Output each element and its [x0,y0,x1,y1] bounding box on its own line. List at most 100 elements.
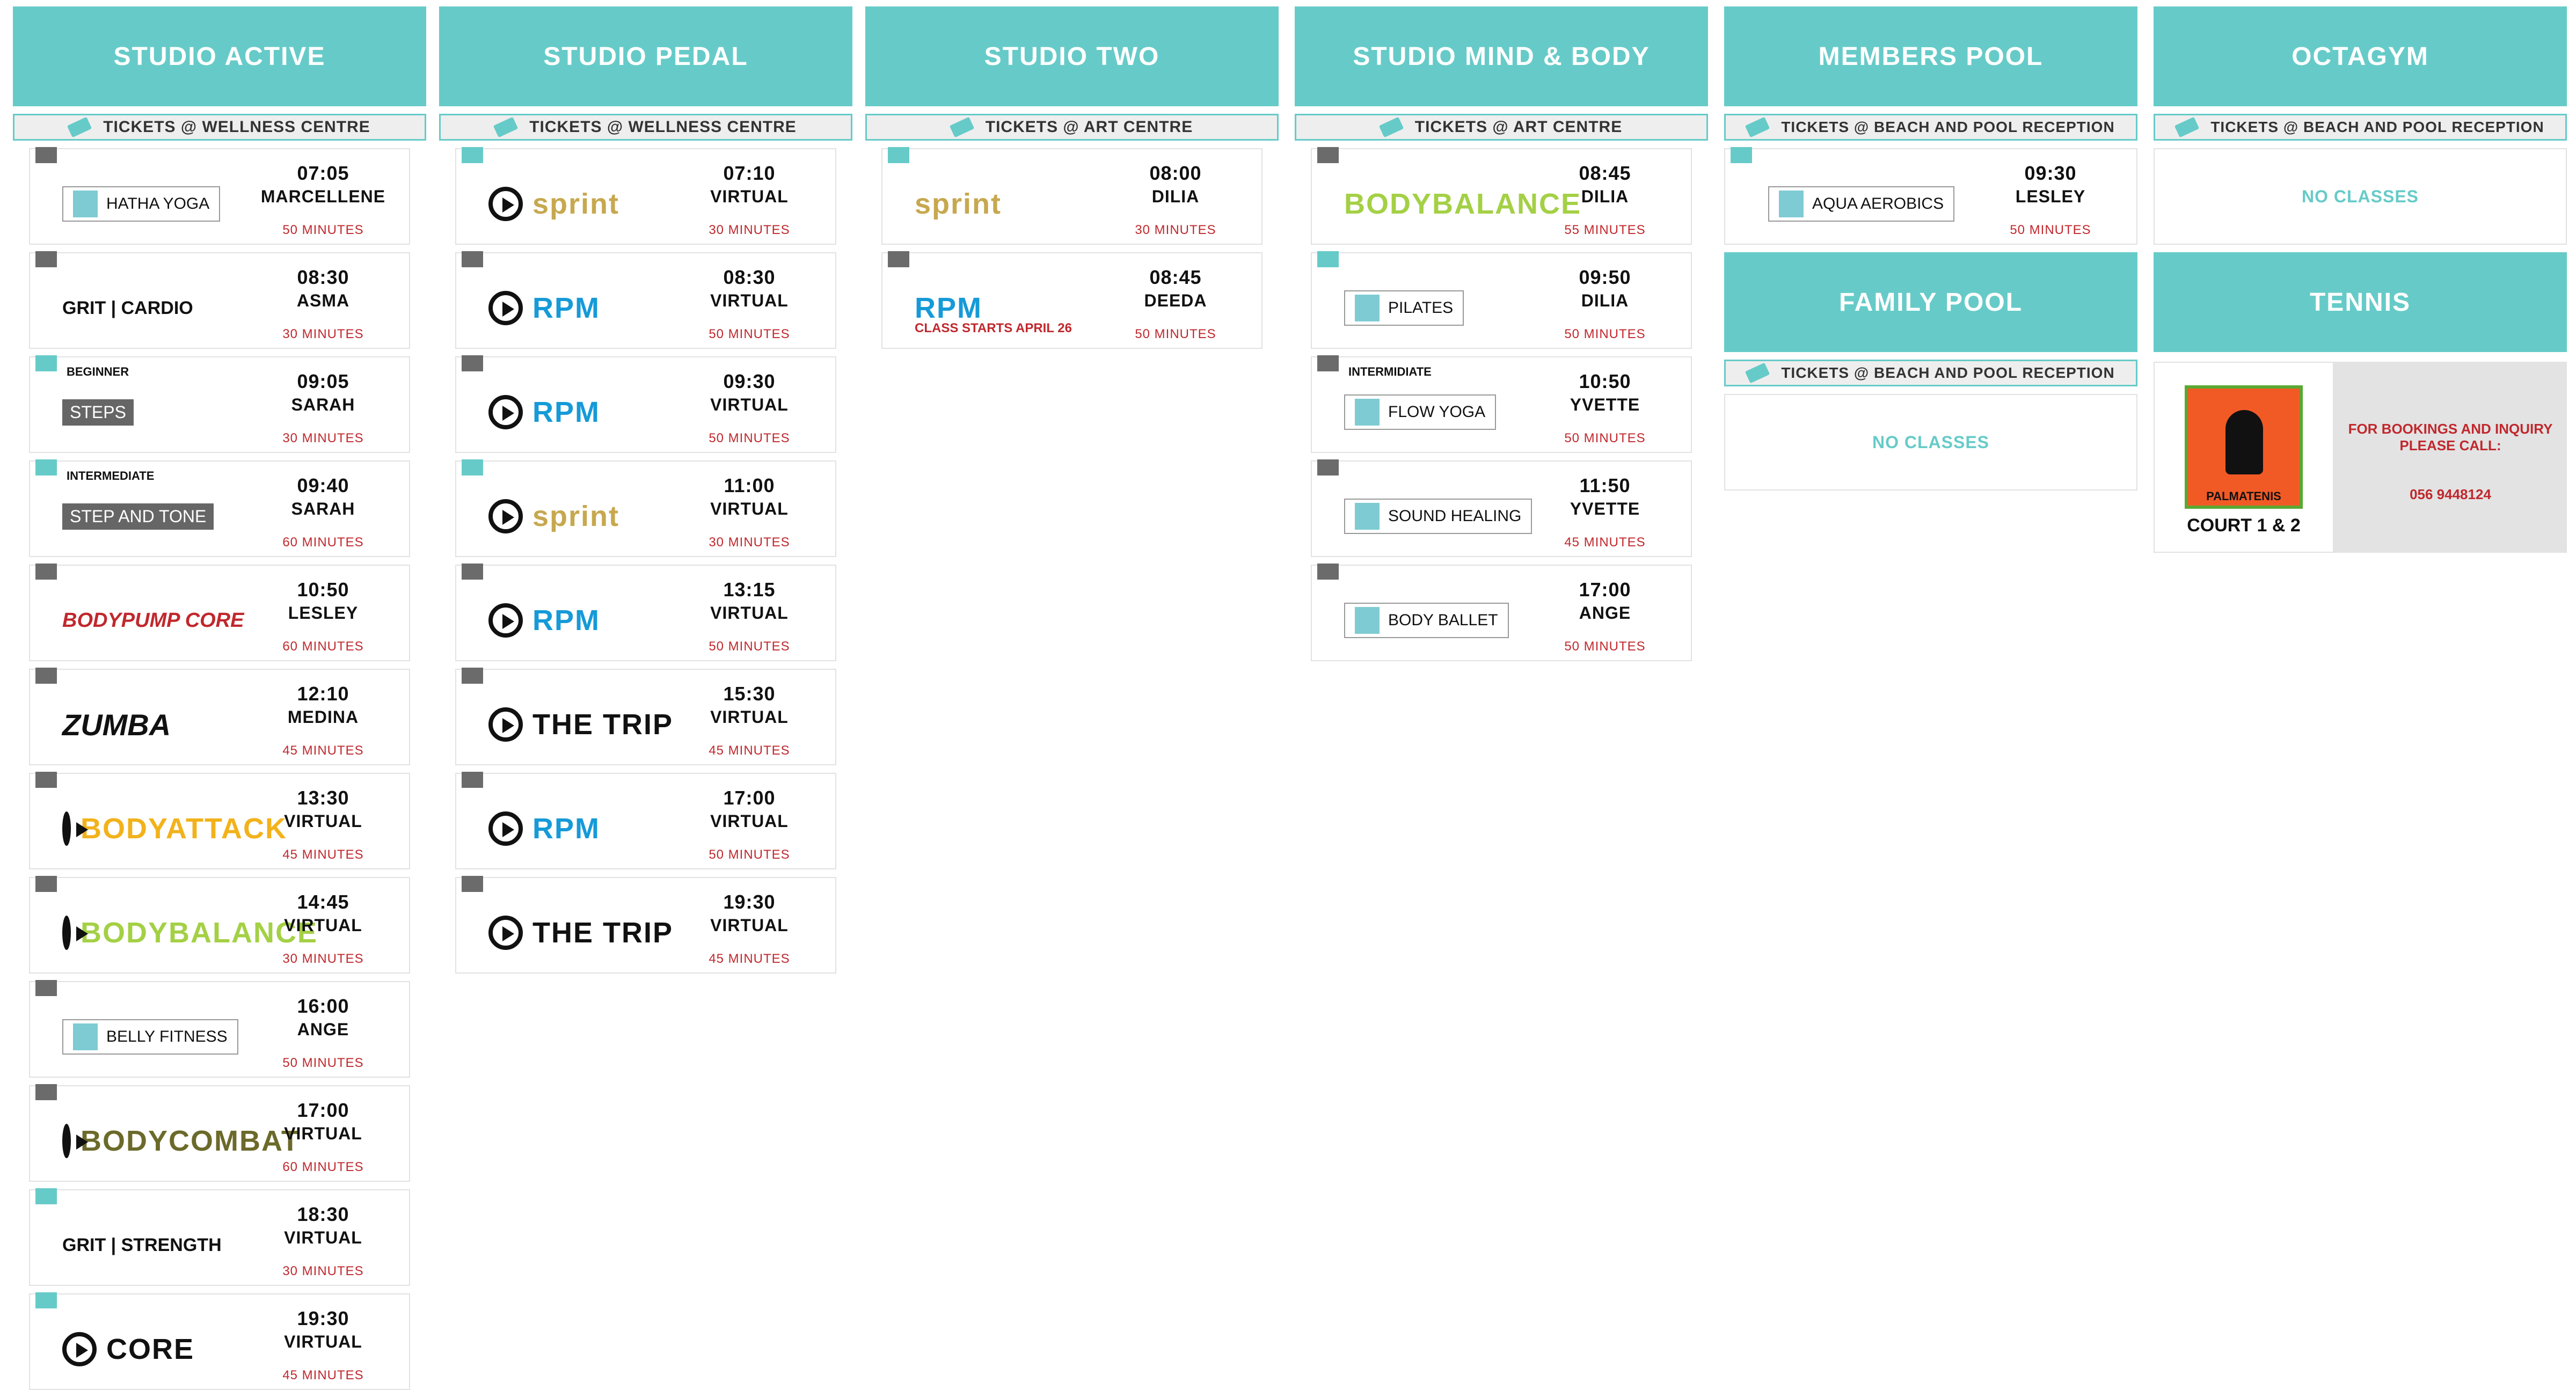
class-card[interactable]: RPM 08:30 VIRTUAL 50 MINUTES [455,251,836,349]
booking-phone[interactable]: 056 9448124 [2334,486,2567,503]
class-card[interactable]: sprint 11:00 VIRTUAL 30 MINUTES [455,459,836,557]
class-time: 17:00 [1579,579,1631,601]
column-studio-mind-body: STUDIO MIND & BODY TICKETS @ ART CENTRE … [1295,6,1708,661]
class-card[interactable]: SOUND HEALING 11:50 YVETTE 45 MINUTES [1311,459,1692,557]
class-card[interactable]: BODYBALANCE 08:45 DILIA 55 MINUTES [1311,147,1692,245]
class-card[interactable]: BODYCOMBAT 17:00 VIRTUAL 60 MINUTES [29,1084,410,1182]
class-instructor: ASMA [296,291,350,310]
class-card[interactable]: GRIT | STRENGTH 18:30 VIRTUAL 30 MINUTES [29,1188,410,1286]
class-instructor: VIRTUAL [284,916,362,935]
class-card[interactable]: ZUMBA 12:10 MEDINA 45 MINUTES [29,668,410,765]
class-card[interactable]: PILATES 09:50 DILIA 50 MINUTES [1311,251,1692,349]
class-card[interactable]: AQUA AEROBICS 09:30 LESLEY 50 MINUTES [1724,147,2137,245]
class-instructor: VIRTUAL [284,1332,362,1351]
class-card[interactable]: BODYPUMP CORE 10:50 LESLEY 60 MINUTES [29,564,410,661]
class-card[interactable]: RPM 17:00 VIRTUAL 50 MINUTES [455,772,836,869]
class-card[interactable]: INTERMIDIATE FLOW YOGA 10:50 YVETTE 50 M… [1311,355,1692,453]
class-flag [35,1292,57,1308]
class-duration: 50 MINUTES [282,223,364,237]
class-instructor: VIRTUAL [710,707,789,727]
class-time: 13:30 [297,787,349,809]
class-duration: 50 MINUTES [709,639,790,654]
class-card[interactable]: CORE 19:30 VIRTUAL 45 MINUTES [29,1292,410,1390]
class-card[interactable]: HATHA YOGA 07:05 MARCELLENE 50 MINUTES [29,147,410,245]
ticket-icon [949,116,974,138]
class-time: 08:45 [1149,266,1202,288]
class-card[interactable]: INTERMEDIATE STEP AND TONE 09:40 SARAH 6… [29,459,410,557]
class-time: 08:30 [297,266,349,288]
class-info: 09:50 DILIA 50 MINUTES [1535,266,1675,342]
class-logo: BODY BALLET [1344,599,1548,642]
column-header: STUDIO PEDAL [439,6,852,106]
class-icon [1355,399,1380,426]
class-duration: 30 MINUTES [282,1264,364,1278]
class-flag [462,147,483,163]
class-instructor: VIRTUAL [284,1228,362,1247]
class-info: 08:30 VIRTUAL 50 MINUTES [680,266,819,342]
play-icon [488,395,523,429]
class-instructor: VIRTUAL [284,811,362,831]
class-info: 19:30 VIRTUAL 45 MINUTES [680,891,819,967]
class-flag [1317,251,1339,267]
no-classes-message: NO CLASSES [1724,394,2137,491]
class-instructor: ANGE [297,1020,349,1039]
class-card[interactable]: BODY BALLET 17:00 ANGE 50 MINUTES [1311,564,1692,661]
column-header: STUDIO MIND & BODY [1295,6,1708,106]
class-info: 17:00 VIRTUAL 60 MINUTES [253,1099,393,1175]
column-header: TENNIS [2154,252,2567,352]
class-info: 09:30 VIRTUAL 50 MINUTES [680,370,819,446]
class-info: 11:50 YVETTE 45 MINUTES [1535,474,1675,550]
class-instructor: MARCELLENE [260,187,386,206]
play-icon [488,499,523,533]
class-time: 07:05 [297,162,349,184]
class-logo: CORE [62,1328,266,1371]
class-info: 08:45 DEEDA 50 MINUTES [1106,266,1245,342]
class-logo: RPM [488,391,692,434]
class-instructor: DILIA [1581,291,1629,310]
class-info: 11:00 VIRTUAL 30 MINUTES [680,474,819,550]
class-info: 08:45 DILIA 55 MINUTES [1535,162,1675,238]
class-time: 08:45 [1579,162,1631,184]
class-card[interactable]: BELLY FITNESS 16:00 ANGE 50 MINUTES [29,980,410,1078]
class-card[interactable]: GRIT | CARDIO 08:30 ASMA 30 MINUTES [29,251,410,349]
class-time: 09:05 [297,370,349,392]
class-card[interactable]: RPM 09:30 VIRTUAL 50 MINUTES [455,355,836,453]
class-time: 10:50 [297,579,349,601]
class-info: 07:10 VIRTUAL 30 MINUTES [680,162,819,238]
class-card[interactable]: RPM 13:15 VIRTUAL 50 MINUTES [455,564,836,661]
ticket-icon [1378,116,1404,138]
class-card[interactable]: sprint 08:00 DILIA 30 MINUTES [881,147,1263,245]
play-icon [488,603,523,638]
class-duration: 45 MINUTES [709,952,790,966]
class-flag [35,564,57,580]
class-card[interactable]: BODYBALANCE 14:45 VIRTUAL 30 MINUTES [29,876,410,974]
tickets-banner: TICKETS @ ART CENTRE [865,114,1279,141]
class-duration: 30 MINUTES [282,431,364,445]
class-time: 19:30 [723,891,776,913]
class-instructor: VIRTUAL [284,1124,362,1143]
class-logo: GRIT | CARDIO [62,297,193,318]
tickets-banner: TICKETS @ WELLNESS CENTRE [439,114,852,141]
class-card[interactable]: sprint 07:10 VIRTUAL 30 MINUTES [455,147,836,245]
class-flag [462,355,483,371]
class-instructor: VIRTUAL [710,603,789,623]
class-logo: BODYBALANCE [1344,188,1582,220]
class-logo: STEPS [62,391,266,434]
class-flag [35,1084,57,1100]
class-duration: 50 MINUTES [1564,431,1646,445]
class-duration: 50 MINUTES [709,327,790,341]
class-info: 14:45 VIRTUAL 30 MINUTES [253,891,393,967]
class-duration: 50 MINUTES [2010,223,2091,237]
column-header: OCTAGYM [2154,6,2567,106]
class-time: 09:50 [1579,266,1631,288]
class-card[interactable]: THE TRIP 19:30 VIRTUAL 45 MINUTES [455,876,836,974]
play-icon [62,1332,97,1366]
class-logo: BODYCOMBAT [62,1120,299,1162]
class-card[interactable]: THE TRIP 15:30 VIRTUAL 45 MINUTES [455,668,836,765]
class-card[interactable]: BEGINNER STEPS 09:05 SARAH 30 MINUTES [29,355,410,453]
ticket-icon [493,116,519,138]
class-duration: 45 MINUTES [1564,535,1646,550]
class-card[interactable]: BODYATTACK 13:30 VIRTUAL 45 MINUTES [29,772,410,869]
class-logo: STEP AND TONE [62,495,266,538]
class-card[interactable]: RPM CLASS STARTS APRIL 26 08:45 DEEDA 50… [881,251,1263,349]
